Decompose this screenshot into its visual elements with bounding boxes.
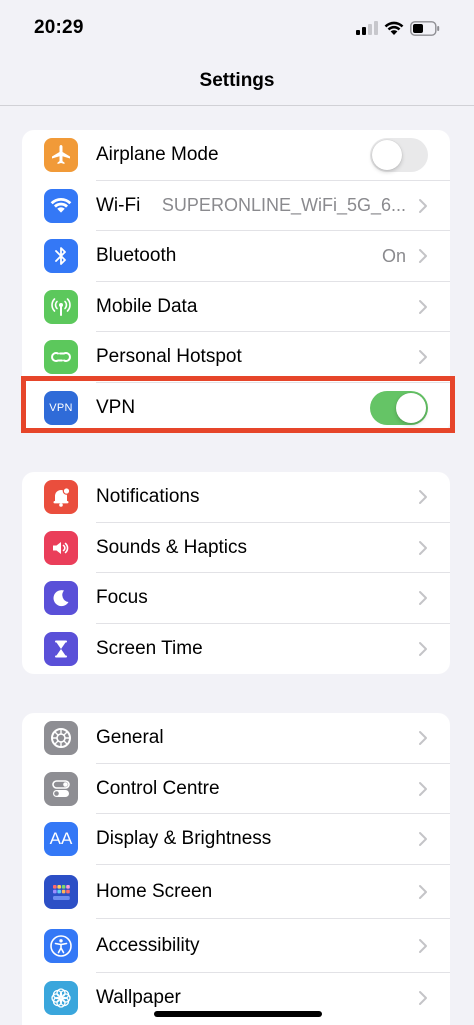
settings-row-display-brightness[interactable]: AA Display & Brightness: [22, 814, 450, 865]
settings-group-general: General Control Centre AA Display & Brig…: [22, 713, 450, 1025]
settings-row-sounds-haptics[interactable]: Sounds & Haptics: [22, 523, 450, 573]
chevron-right-icon: [419, 832, 427, 847]
settings-row-wifi[interactable]: Wi-Fi SUPERONLINE_WiFi_5G_6...: [22, 181, 450, 231]
settings-row-label: Display & Brightness: [96, 828, 272, 850]
settings-row-label: Mobile Data: [96, 295, 198, 317]
flower-icon: [44, 980, 78, 1015]
settings-row-label: Wallpaper: [96, 986, 181, 1008]
text-size-icon-text: AA: [49, 829, 73, 849]
settings-row-label: Airplane Mode: [96, 144, 219, 166]
status-icons: [356, 20, 440, 36]
battery-icon: [410, 20, 440, 36]
settings-row-focus[interactable]: Focus: [22, 573, 450, 624]
settings-row-accessibility[interactable]: Accessibility: [22, 919, 450, 973]
chevron-right-icon: [419, 938, 427, 953]
cellular-signal-icon: [356, 21, 378, 35]
airplane-icon: [44, 138, 78, 173]
toggle-knob: [396, 392, 426, 423]
home-grid-icon: [44, 874, 78, 909]
chevron-right-icon: [419, 731, 427, 746]
page-title: Settings: [199, 70, 275, 91]
wifi-icon: [44, 188, 78, 223]
chevron-right-icon: [419, 490, 427, 505]
switches-icon: [44, 771, 78, 806]
settings-group-notifications: Notifications Sounds & Haptics Focus Scr…: [22, 472, 450, 674]
accessibility-icon: [44, 928, 78, 963]
status-bar: 20:29: [0, 0, 474, 56]
settings-row-home-screen[interactable]: Home Screen: [22, 865, 450, 919]
settings-row-label: Sounds & Haptics: [96, 536, 248, 558]
bluetooth-status: On: [381, 245, 406, 266]
chevron-right-icon: [419, 198, 427, 213]
chevron-right-icon: [419, 591, 427, 606]
settings-row-screen-time[interactable]: Screen Time: [22, 624, 450, 675]
settings-row-bluetooth[interactable]: Bluetooth On: [22, 231, 450, 282]
antenna-icon: [44, 289, 78, 324]
settings-row-label: Accessibility: [96, 934, 200, 956]
wifi-status-icon: [384, 21, 404, 35]
settings-row-personal-hotspot[interactable]: Personal Hotspot: [22, 332, 450, 383]
settings-row-general[interactable]: General: [22, 713, 450, 764]
gear-icon: [44, 721, 78, 756]
settings-row-notifications[interactable]: Notifications: [22, 472, 450, 523]
settings-row-control-centre[interactable]: Control Centre: [22, 764, 450, 814]
settings-row-label: Bluetooth: [96, 245, 177, 267]
speaker-icon: [44, 530, 78, 565]
settings-row-label: Home Screen: [96, 880, 213, 902]
vpn-toggle[interactable]: [370, 390, 428, 425]
chevron-right-icon: [419, 249, 427, 264]
moon-icon: [44, 581, 78, 616]
bell-icon: [44, 480, 78, 515]
chevron-right-icon: [419, 990, 427, 1005]
settings-group-connectivity: Airplane Mode Wi-Fi SUPERONLINE_WiFi_5G_…: [22, 130, 450, 433]
chevron-right-icon: [419, 299, 427, 314]
hourglass-icon: [44, 631, 78, 666]
chevron-right-icon: [419, 884, 427, 899]
toggle-knob: [372, 140, 402, 171]
settings-row-mobile-data[interactable]: Mobile Data: [22, 282, 450, 332]
nav-divider: [0, 105, 474, 106]
vpn-icon-text: VPN: [49, 401, 73, 414]
chevron-right-icon: [419, 540, 427, 555]
settings-row-label: Screen Time: [96, 637, 203, 659]
airplane-mode-toggle[interactable]: [370, 138, 428, 173]
bluetooth-icon: [44, 239, 78, 274]
status-time: 20:29: [34, 17, 84, 38]
settings-row-vpn[interactable]: VPN VPN: [22, 383, 450, 434]
chevron-right-icon: [419, 641, 427, 656]
text-size-icon: AA: [44, 822, 78, 857]
settings-row-label: VPN: [96, 396, 136, 418]
settings-row-label: Personal Hotspot: [96, 346, 242, 368]
settings-row-airplane-mode[interactable]: Airplane Mode: [22, 130, 450, 181]
chevron-right-icon: [419, 781, 427, 796]
settings-row-label: General: [96, 727, 164, 749]
settings-row-label: Focus: [96, 587, 148, 609]
chevron-right-icon: [419, 350, 427, 365]
settings-row-label: Control Centre: [96, 777, 220, 799]
wifi-network-name: SUPERONLINE_WiFi_5G_6...: [161, 195, 406, 216]
settings-row-label: Wi-Fi: [96, 194, 141, 216]
home-indicator[interactable]: [154, 1011, 322, 1017]
hotspot-icon: [44, 340, 78, 375]
vpn-icon: VPN: [44, 390, 78, 425]
settings-row-label: Notifications: [96, 486, 200, 508]
